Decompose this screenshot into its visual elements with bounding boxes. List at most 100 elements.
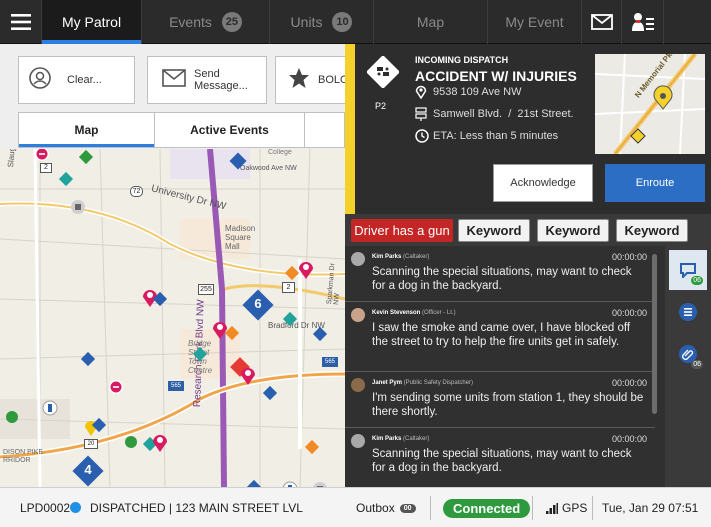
unit-status-text: DISPATCHED | 123 MAIN STREET LVL bbox=[90, 501, 303, 515]
bolo-label: BOLO bbox=[318, 74, 349, 86]
send-message-label: Send Message... bbox=[194, 68, 248, 92]
message-item[interactable]: Janet Pym (Public Safety Dispatcher) 00:… bbox=[345, 372, 655, 428]
patrol-panel: Clear... Send Message... BOLO Map Active… bbox=[0, 44, 349, 487]
message-sender: Kim Parks (Caltaker) bbox=[372, 436, 429, 442]
units-count-badge: 10 bbox=[332, 12, 353, 32]
enroute-button[interactable]: Enroute bbox=[605, 164, 705, 202]
message-sender: Kim Parks (Caltaker) bbox=[372, 254, 429, 260]
location-pin-icon bbox=[415, 85, 427, 104]
gps-label: GPS bbox=[562, 501, 588, 515]
message-time: 00:00:00 bbox=[611, 252, 647, 262]
acknowledge-button[interactable]: Acknowledge bbox=[493, 164, 593, 202]
dispatch-title: ACCIDENT W/ INJURIES bbox=[415, 68, 577, 84]
avatar bbox=[351, 252, 365, 266]
dispatch-address: 9538 109 Ave NW bbox=[433, 86, 522, 98]
list-icon[interactable] bbox=[669, 292, 707, 332]
dispatch-heading: INCOMING DISPATCH bbox=[415, 55, 509, 65]
tab-map[interactable]: Map bbox=[374, 0, 488, 44]
tab-label: Units bbox=[290, 14, 323, 30]
attachment-icon[interactable]: 06 bbox=[669, 334, 707, 374]
sender-role: (Officer - Lt.) bbox=[422, 310, 456, 316]
avatar bbox=[351, 378, 365, 392]
divider bbox=[592, 496, 593, 520]
officer-icon bbox=[29, 66, 51, 94]
events-count-badge: 25 bbox=[221, 12, 242, 32]
sender-name: Kim Parks bbox=[372, 436, 402, 442]
send-message-button[interactable]: Send Message... bbox=[147, 56, 267, 104]
patrol-map[interactable]: Slaughter Rd University Dr NW Madison Sq… bbox=[0, 149, 345, 487]
map-markers[interactable] bbox=[0, 149, 345, 487]
message-item[interactable]: Kevin Stevenson (Officer - Lt.) 00:00:00… bbox=[345, 302, 655, 372]
tab-label: My Event bbox=[505, 14, 564, 30]
dispatch-eta: ETA: Less than 5 minutes bbox=[433, 130, 559, 142]
message-time: 00:00:00 bbox=[611, 308, 647, 318]
tab-label: Active Events bbox=[190, 123, 269, 137]
attachment-count-badge: 06 bbox=[691, 360, 703, 369]
avatar bbox=[351, 434, 365, 448]
divider bbox=[532, 496, 533, 520]
clear-button[interactable]: Clear... bbox=[18, 56, 135, 104]
message-text: I saw the smoke and came over, I have bl… bbox=[372, 322, 631, 348]
date-time: Tue, Jan 29 07:51 bbox=[602, 501, 699, 515]
message-text: Scanning the special situations, may wan… bbox=[372, 266, 632, 292]
outbox-count-badge: 00 bbox=[399, 503, 416, 513]
keyword-chip-alert[interactable]: Driver has a gun bbox=[351, 219, 453, 242]
tab-my-patrol[interactable]: My Patrol bbox=[42, 0, 142, 44]
message-scrollbar[interactable] bbox=[652, 254, 657, 414]
tab-units[interactable]: Units 10 bbox=[270, 0, 374, 44]
message-item[interactable]: Kim Parks (Caltaker) 00:00:00 Scanning t… bbox=[345, 428, 655, 487]
message-time: 00:00:00 bbox=[611, 378, 647, 388]
top-navigation-bar: My Patrol Events 25 Units 10 Map My Event bbox=[0, 0, 711, 44]
message-text: Scanning the special situations, may wan… bbox=[372, 448, 632, 474]
hamburger-menu-icon[interactable] bbox=[0, 0, 42, 44]
keyword-chip[interactable]: Keyword bbox=[458, 219, 530, 242]
envelope-icon bbox=[162, 68, 186, 92]
unit-status-dot bbox=[70, 502, 81, 513]
status-bar: LPD0002 DISPATCHED | 123 MAIN STREET LVL… bbox=[0, 487, 711, 527]
tab-label: Events bbox=[169, 14, 212, 30]
tab-map-view[interactable]: Map bbox=[19, 113, 155, 147]
sender-name: Kevin Stevenson bbox=[372, 310, 421, 316]
message-list[interactable]: Kim Parks (Caltaker) 00:00:00 Scanning t… bbox=[345, 246, 665, 487]
unit-id: LPD0002 bbox=[20, 501, 71, 515]
incoming-dispatch-card: P2 INCOMING DISPATCH ACCIDENT W/ INJURIE… bbox=[345, 44, 711, 214]
envelope-icon[interactable] bbox=[582, 0, 622, 44]
message-item[interactable]: Kim Parks (Caltaker) 00:00:00 Scanning t… bbox=[345, 246, 655, 302]
view-tabs: Map Active Events bbox=[18, 112, 345, 148]
tab-events[interactable]: Events 25 bbox=[142, 0, 270, 44]
tab-my-event[interactable]: My Event bbox=[488, 0, 582, 44]
divider bbox=[430, 496, 431, 520]
map-cluster-count[interactable]: 4 bbox=[80, 462, 96, 477]
star-icon bbox=[288, 67, 310, 94]
keyword-chip[interactable]: Keyword bbox=[537, 219, 609, 242]
signal-icon bbox=[546, 502, 558, 514]
tab-label: Map bbox=[74, 123, 99, 137]
gps-status: GPS bbox=[546, 488, 587, 527]
sender-name: Janet Pym bbox=[372, 380, 403, 386]
sender-role: (Caltaker) bbox=[403, 254, 430, 260]
outbox-button[interactable]: Outbox 00 bbox=[356, 488, 416, 527]
keyword-chip[interactable]: Keyword bbox=[616, 219, 688, 242]
accident-icon bbox=[366, 55, 400, 89]
message-sender: Kevin Stevenson (Officer - Lt.) bbox=[372, 310, 456, 316]
tab-label: Map bbox=[416, 14, 445, 30]
bolo-button[interactable]: BOLO bbox=[275, 56, 349, 104]
sender-name: Kim Parks bbox=[372, 254, 402, 260]
outbox-label: Outbox bbox=[356, 501, 395, 515]
tab-active-events[interactable]: Active Events bbox=[155, 113, 305, 147]
avatar bbox=[351, 308, 365, 322]
chat-icon[interactable]: 06 bbox=[669, 250, 707, 290]
clock-icon bbox=[415, 129, 429, 148]
clear-label: Clear... bbox=[67, 74, 102, 86]
chat-count-badge: 06 bbox=[691, 276, 703, 285]
sender-role: (Public Safety Dispatcher) bbox=[403, 380, 474, 386]
message-sender: Janet Pym (Public Safety Dispatcher) bbox=[372, 380, 473, 386]
side-rail: 06 06 bbox=[665, 246, 711, 487]
map-cluster-count[interactable]: 6 bbox=[250, 296, 266, 311]
priority-label: P2 bbox=[375, 101, 387, 111]
message-text: I'm sending some units from station 1, t… bbox=[372, 392, 644, 418]
tab-label: My Patrol bbox=[61, 14, 122, 30]
officer-alert-icon[interactable] bbox=[622, 0, 664, 44]
sender-role: (Caltaker) bbox=[403, 436, 430, 442]
dispatch-minimap[interactable]: N Memorial Pkwy bbox=[595, 54, 705, 154]
